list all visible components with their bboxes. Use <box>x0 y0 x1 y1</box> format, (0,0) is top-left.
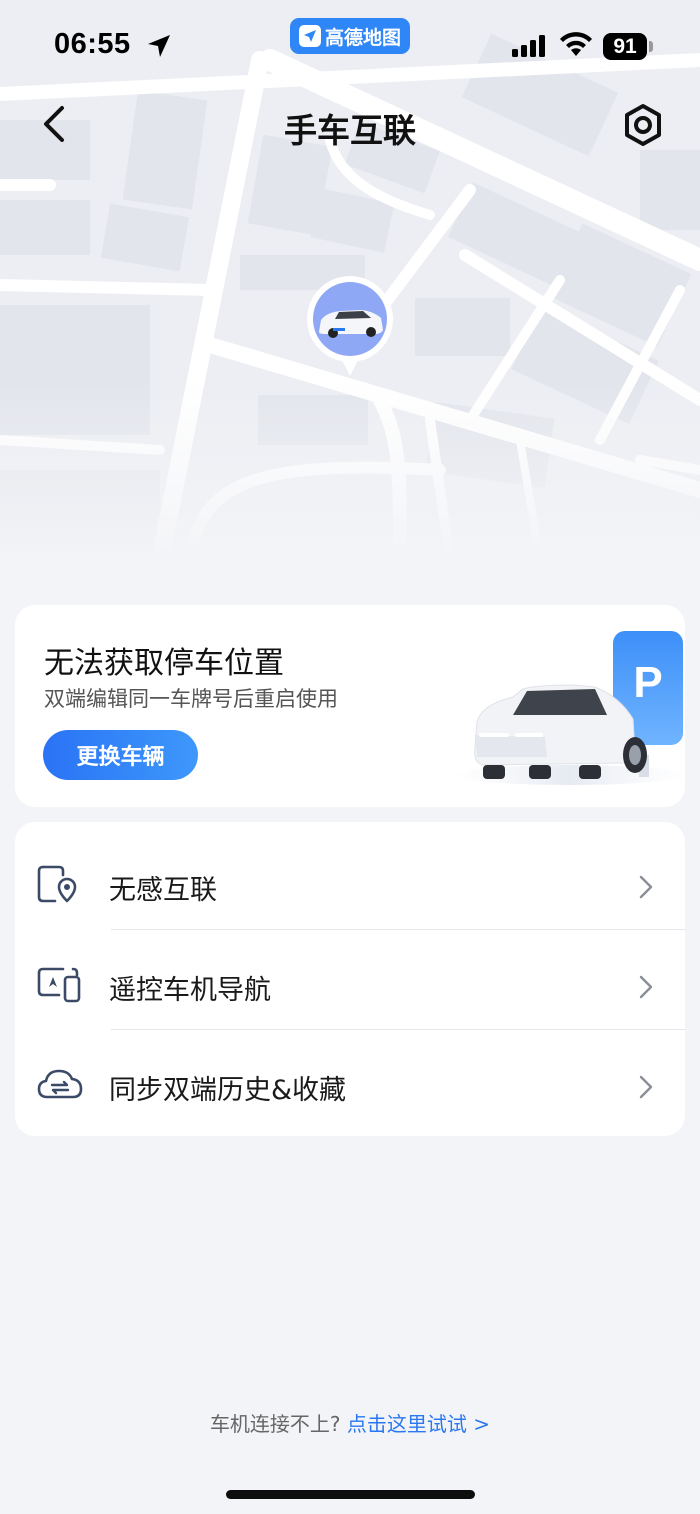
settings-gear-icon[interactable] <box>620 102 666 148</box>
parking-card-title: 无法获取停车位置 <box>44 646 284 681</box>
car-location-marker[interactable] <box>305 274 395 378</box>
connection-help-prompt: 车机连接不上? <box>209 1412 341 1436</box>
parked-car-illustration: P <box>455 631 685 785</box>
parking-status-card: 无法获取停车位置 双端编辑同一车牌号后重启使用 更换车辆 P <box>15 605 685 807</box>
location-arrow-icon <box>148 35 170 57</box>
list-item-remote-navigation[interactable]: 遥控车机导航 <box>15 930 685 1030</box>
change-vehicle-button[interactable]: 更换车辆 <box>43 730 198 780</box>
cloud-sync-icon <box>37 1069 83 1099</box>
list-item-seamless-connect[interactable]: 无感互联 <box>15 830 685 930</box>
chevron-right-icon <box>639 875 653 899</box>
list-item-label: 无感互联 <box>109 875 217 906</box>
home-indicator[interactable] <box>226 1490 475 1499</box>
list-item-label: 同步双端历史&收藏 <box>109 1075 347 1106</box>
list-item-label: 遥控车机导航 <box>109 975 271 1006</box>
amap-logo-icon <box>298 25 321 47</box>
back-to-app-pill[interactable]: 高德地图 <box>290 18 410 54</box>
parking-card-subtitle: 双端编辑同一车牌号后重启使用 <box>44 687 338 711</box>
battery-level: 91 <box>603 33 647 60</box>
phone-location-icon <box>37 865 77 903</box>
chevron-right-icon <box>639 1075 653 1099</box>
try-here-link[interactable]: 点击这里试试 > <box>347 1412 490 1436</box>
status-bar: 06:55 高德地图 91 <box>0 0 700 92</box>
connection-help: 车机连接不上? 点击这里试试 > <box>0 1408 700 1437</box>
wifi-icon <box>560 32 592 56</box>
page-title: 手车互联 <box>284 111 416 150</box>
screen-phone-icon <box>37 967 81 1003</box>
status-time: 06:55 <box>54 28 131 60</box>
app-name: 高德地图 <box>324 26 401 49</box>
list-item-sync-history[interactable]: 同步双端历史&收藏 <box>15 1030 685 1130</box>
cellular-signal-icon <box>512 35 545 57</box>
battery-nub <box>649 41 653 52</box>
map-fade <box>0 380 700 560</box>
feature-list-card: 无感互联 遥控车机导航 同步双端历史&收藏 <box>15 822 685 1136</box>
parking-sign-letter: P <box>633 658 662 707</box>
chevron-right-icon <box>639 975 653 999</box>
